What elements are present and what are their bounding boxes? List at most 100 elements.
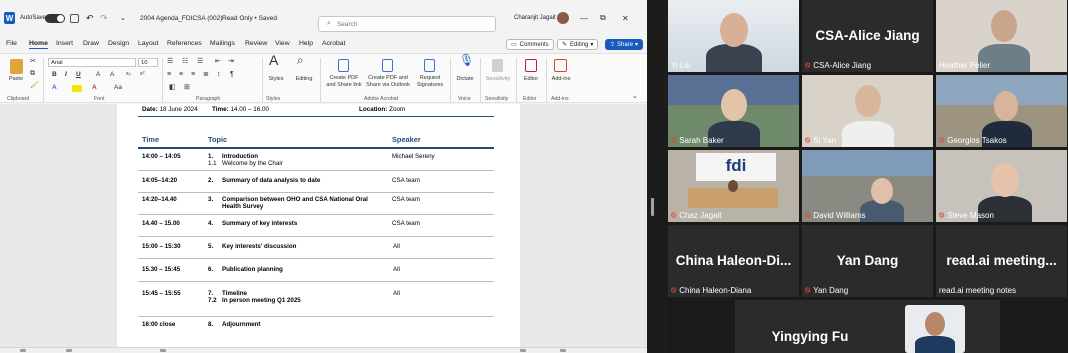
tab-view[interactable]: View: [275, 40, 290, 47]
align-left-icon[interactable]: ≡: [167, 71, 171, 78]
divider-grip[interactable]: [651, 198, 654, 216]
editor-button[interactable]: Editor: [519, 76, 543, 83]
numbering-icon[interactable]: ☷: [182, 58, 188, 65]
microphone-icon[interactable]: 🎙: [459, 54, 474, 66]
search-box[interactable]: ⌕ Search: [318, 16, 496, 32]
format-painter-icon[interactable]: 🖌: [30, 82, 39, 89]
tab-help[interactable]: Help: [299, 40, 313, 47]
participant-tile[interactable]: ⦸ Sarah Baker: [668, 75, 799, 147]
document-title[interactable]: 2004 Agenda_FDICSA (002): [140, 0, 222, 36]
shrink-font-icon[interactable]: A: [110, 71, 114, 78]
participant-tile[interactable]: Heather Pelier: [936, 0, 1067, 72]
row-2-topic: 2. Summary of data analysis to date: [208, 177, 320, 184]
language-indicator[interactable]: [160, 349, 166, 352]
underline-button[interactable]: U: [76, 71, 81, 78]
find-icon[interactable]: ⌕: [297, 54, 304, 66]
tab-references[interactable]: References: [167, 40, 202, 47]
participant-tile[interactable]: CSA-Alice Jiang ⦸ CSA-Alice Jiang: [802, 0, 933, 72]
dictate-button[interactable]: Dictate: [453, 76, 477, 83]
styles-icon[interactable]: A: [269, 53, 278, 67]
create-pdf-share-button[interactable]: Create PDF and Share link: [322, 75, 366, 89]
justify-icon[interactable]: ≣: [203, 71, 209, 78]
add-ins-icon[interactable]: [554, 59, 567, 72]
participant-tile[interactable]: ⦸ Si Yan: [802, 75, 933, 147]
participant-tile[interactable]: ⦸ Georgios Tsakos: [936, 75, 1067, 147]
request-signatures-button[interactable]: Request Signatures: [413, 75, 447, 89]
document-status[interactable]: Read Only • Saved: [222, 0, 277, 36]
undo-icon[interactable]: ↶: [86, 0, 94, 36]
change-case-icon[interactable]: Aa: [114, 84, 122, 91]
line-spacing-icon[interactable]: ↕: [217, 71, 221, 78]
cut-icon[interactable]: ✂: [30, 58, 36, 65]
comments-button[interactable]: ▭ Comments: [506, 39, 554, 50]
italic-button[interactable]: I: [65, 71, 67, 78]
tab-mailings[interactable]: Mailings: [210, 40, 235, 47]
font-color-icon[interactable]: A: [92, 84, 97, 91]
create-pdf-share-icon[interactable]: [338, 59, 349, 72]
minimize-button[interactable]: —: [580, 0, 602, 36]
show-marks-icon[interactable]: ¶: [230, 71, 234, 78]
sensitivity-icon[interactable]: [492, 59, 503, 72]
editing-label[interactable]: Editing: [292, 76, 316, 83]
font-size-input[interactable]: 10: [138, 58, 158, 67]
subscript-icon[interactable]: x₂: [126, 71, 131, 77]
bullets-icon[interactable]: ☰: [167, 58, 173, 65]
tab-design[interactable]: Design: [108, 40, 129, 47]
participant-tile[interactable]: Yan Dang ⦸ Yan Dang: [802, 225, 933, 297]
font-name-input[interactable]: Arial: [48, 58, 136, 67]
close-button[interactable]: ✕: [622, 0, 644, 36]
tab-review[interactable]: Review: [245, 40, 267, 47]
avatar[interactable]: [557, 0, 569, 36]
sensitivity-button[interactable]: Sensitivity: [482, 76, 514, 83]
share-label: Share: [617, 41, 634, 48]
multilevel-list-icon[interactable]: ☰: [197, 58, 203, 65]
align-right-icon[interactable]: ≡: [191, 71, 195, 78]
customize-icon[interactable]: ⌄: [120, 0, 126, 36]
row-6-speaker: All: [393, 266, 400, 273]
participant-tile[interactable]: Yingying Fu: [735, 300, 1000, 353]
tab-acrobat[interactable]: Acrobat: [322, 40, 345, 47]
copy-icon[interactable]: ⧉: [30, 70, 35, 77]
shading-icon[interactable]: ◧: [169, 84, 176, 91]
editing-mode-button[interactable]: ✎ Editing ▾: [557, 39, 599, 50]
restore-button[interactable]: ⧉: [600, 0, 622, 36]
borders-icon[interactable]: ⊞: [184, 84, 190, 91]
participant-tile[interactable]: read.ai meeting... read.ai meeting notes: [936, 225, 1067, 297]
zoom-slider[interactable]: [560, 349, 566, 352]
save-icon[interactable]: [70, 0, 79, 36]
tab-file[interactable]: File: [6, 40, 17, 47]
document-page[interactable]: Date: 18 June 2024 Time: 14.00 – 16.00 L…: [117, 104, 520, 347]
autosave-toggle[interactable]: [45, 0, 65, 36]
text-effects-icon[interactable]: A: [52, 84, 57, 91]
styles-label[interactable]: Styles: [266, 76, 286, 83]
tab-home[interactable]: Home: [29, 40, 48, 49]
superscript-icon[interactable]: x²: [140, 71, 145, 77]
add-ins-button[interactable]: Add-ins: [548, 76, 574, 83]
increase-indent-icon[interactable]: ⇥: [228, 58, 234, 65]
participant-tile[interactable]: ⦸ David Williams: [802, 150, 933, 222]
collapse-ribbon-icon[interactable]: ⌄: [632, 93, 638, 100]
word-count-indicator[interactable]: [66, 349, 72, 352]
create-pdf-outlook-icon[interactable]: [382, 59, 393, 72]
redo-icon[interactable]: ↷: [100, 0, 108, 36]
tab-draw[interactable]: Draw: [83, 40, 99, 47]
grow-font-icon[interactable]: A: [96, 71, 100, 78]
paste-icon[interactable]: [10, 59, 23, 74]
paste-label[interactable]: Paste: [5, 76, 27, 83]
request-signatures-icon[interactable]: [424, 59, 435, 72]
participant-tile[interactable]: China Haleon-Di... ⦸ China Haleon-Diana: [668, 225, 799, 297]
share-button[interactable]: ⇪ Share ▾: [605, 39, 644, 50]
participant-tile[interactable]: fdi ⦸ Chaz Jagait: [668, 150, 799, 222]
tab-layout[interactable]: Layout: [138, 40, 158, 47]
decrease-indent-icon[interactable]: ⇤: [215, 58, 221, 65]
tab-insert[interactable]: Insert: [56, 40, 73, 47]
focus-mode-icon[interactable]: [520, 349, 526, 352]
participant-tile[interactable]: ⦸ Steve Mason: [936, 150, 1067, 222]
bold-button[interactable]: B: [52, 71, 57, 78]
create-pdf-outlook-button[interactable]: Create PDF and Share via Outlook: [365, 75, 411, 89]
highlight-icon[interactable]: [72, 85, 82, 92]
align-center-icon[interactable]: ≡: [179, 71, 183, 78]
editor-icon[interactable]: [525, 59, 537, 72]
participant-tile[interactable]: Yi Liu: [668, 0, 799, 72]
page-count-indicator[interactable]: [20, 349, 26, 352]
